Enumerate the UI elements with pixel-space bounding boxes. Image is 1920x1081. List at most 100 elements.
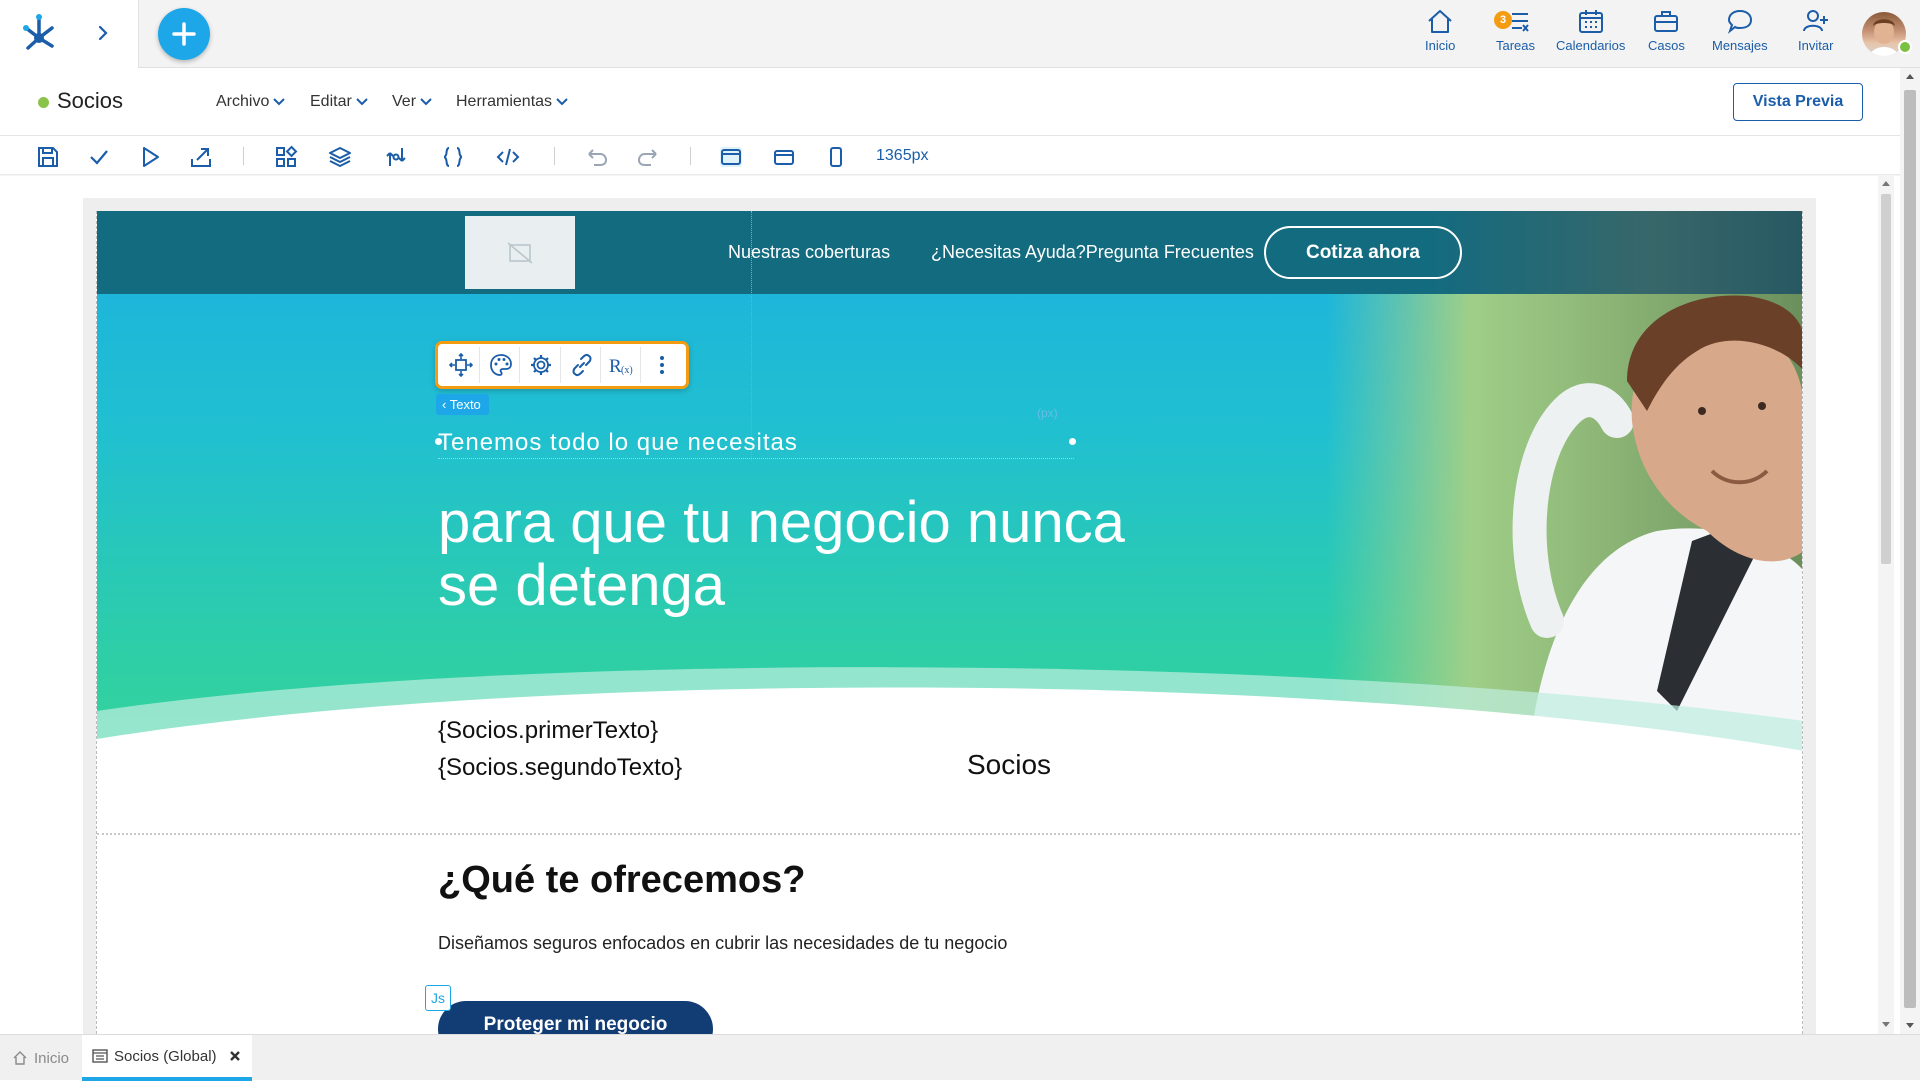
calendar-icon — [1578, 10, 1603, 33]
nav-invitar-label: Invitar — [1798, 38, 1834, 53]
move-button[interactable] — [443, 347, 481, 383]
desktop-view-icon[interactable] — [719, 145, 743, 169]
save-icon[interactable] — [36, 145, 60, 169]
page-title: Socios — [57, 88, 124, 113]
canvas-scrollbar[interactable] — [1878, 176, 1894, 1034]
hero-wave — [97, 667, 1802, 771]
resize-handle[interactable] — [1069, 438, 1076, 445]
hero-title[interactable]: para que tu negocio nunca se detenga — [438, 491, 1138, 617]
add-button[interactable] — [158, 8, 210, 60]
menu-herramientas-label: Herramientas — [456, 93, 553, 110]
unit-label: (px) — [1037, 406, 1058, 420]
offer-title[interactable]: ¿Qué te ofrecemos? — [438, 859, 805, 902]
publish-icon[interactable] — [189, 145, 213, 169]
nav-mensajes[interactable]: Mensajes — [1712, 8, 1768, 53]
menu-ver[interactable]: Ver — [392, 93, 432, 111]
nav-casos[interactable]: Casos — [1648, 8, 1685, 53]
link-icon — [572, 353, 592, 377]
js-badge[interactable]: Js — [425, 985, 451, 1011]
quote-button[interactable]: Cotiza ahora — [1264, 226, 1462, 279]
page-icon — [92, 1049, 108, 1063]
redo-icon[interactable] — [636, 145, 660, 169]
nav-invitar[interactable]: Invitar — [1798, 8, 1833, 53]
home-icon — [13, 1051, 27, 1065]
tab-socios-label: Socios (Global) — [114, 1047, 217, 1065]
nav-tareas-label: Tareas — [1496, 38, 1536, 53]
hero-section[interactable]: Nuestras coberturas ¿Necesitas Ayuda?Pre… — [97, 211, 1802, 771]
expression-icon: R (x) — [609, 356, 633, 377]
components-icon[interactable] — [274, 145, 298, 169]
section-divider — [97, 833, 1802, 835]
scroll-down-icon[interactable] — [1878, 1018, 1894, 1032]
more-options-button[interactable] — [644, 347, 681, 383]
menu-archivo[interactable]: Archivo — [216, 93, 286, 111]
nav-calendarios[interactable]: Calendarios — [1556, 8, 1625, 53]
link-button[interactable] — [564, 347, 601, 383]
canvas-scroll-thumb[interactable] — [1881, 194, 1891, 564]
page-canvas[interactable]: Nuestras coberturas ¿Necesitas Ayuda?Pre… — [96, 211, 1803, 1034]
expression-button[interactable]: R (x) — [604, 347, 641, 383]
width-readout: 1365px — [876, 147, 929, 164]
undo-icon[interactable] — [585, 145, 609, 169]
site-nav-coverage[interactable]: Nuestras coberturas — [728, 242, 890, 263]
invite-user-icon — [1802, 10, 1828, 32]
toolbar-divider — [243, 147, 244, 165]
menu-archivo-label: Archivo — [216, 93, 270, 110]
first-text-variable[interactable]: {Socios.primerTexto} — [438, 717, 658, 745]
tab-inicio[interactable]: Inicio — [12, 1035, 69, 1081]
tablet-view-icon[interactable] — [772, 145, 796, 169]
status-dot — [38, 97, 49, 108]
nav-inicio-label: Inicio — [1425, 38, 1456, 53]
site-nav-help[interactable]: ¿Necesitas Ayuda?Pregunta Frecuentes — [931, 242, 1254, 263]
preview-button[interactable]: Vista Previa — [1733, 83, 1863, 121]
window-scrollbar[interactable] — [1900, 68, 1920, 1034]
protect-business-button[interactable]: Proteger mi negocio — [438, 1001, 713, 1034]
menu-editar-label: Editar — [310, 93, 352, 110]
flow-icon[interactable] — [384, 145, 408, 169]
scroll-up-icon[interactable] — [1900, 68, 1920, 84]
element-toolbar: R (x) — [435, 341, 689, 389]
chat-icon — [1727, 9, 1752, 34]
site-logo-placeholder[interactable] — [465, 216, 575, 289]
hero-subtitle[interactable]: Tenemos todo lo que necesitas — [438, 429, 798, 457]
app-logo-icon[interactable] — [18, 12, 60, 52]
play-icon[interactable] — [138, 145, 162, 169]
scroll-down-icon[interactable] — [1900, 1018, 1920, 1034]
element-type-tag[interactable]: ‹ Texto — [436, 394, 489, 415]
nav-casos-label: Casos — [1648, 38, 1685, 53]
online-status-dot — [1898, 40, 1912, 54]
tab-socios-global[interactable]: Socios (Global) — [82, 1035, 252, 1081]
nav-inicio[interactable]: Inicio — [1425, 8, 1455, 53]
menu-herramientas[interactable]: Herramientas — [456, 93, 568, 111]
header-fade — [1427, 211, 1802, 294]
settings-button[interactable] — [523, 347, 561, 383]
image-placeholder-icon — [507, 241, 533, 264]
move-icon — [449, 353, 474, 377]
nav-calendarios-label: Calendarios — [1556, 38, 1626, 53]
code-icon[interactable] — [496, 145, 520, 169]
layers-icon[interactable] — [328, 145, 352, 169]
design-workspace: Nuestras coberturas ¿Necesitas Ayuda?Pre… — [0, 176, 1920, 1038]
offer-description[interactable]: Diseñamos seguros enfocados en cubrir la… — [438, 933, 1007, 954]
chevron-down-icon — [356, 98, 368, 106]
second-text-variable[interactable]: {Socios.segundoTexto} — [438, 754, 682, 782]
window-scroll-thumb[interactable] — [1904, 90, 1916, 1008]
braces-icon[interactable] — [441, 145, 465, 169]
palette-icon — [490, 354, 513, 376]
socios-label[interactable]: Socios — [967, 749, 1051, 781]
mobile-view-icon[interactable] — [824, 145, 848, 169]
plus-icon — [172, 22, 196, 46]
chevron-down-icon — [556, 98, 568, 106]
tab-inicio-label: Inicio — [34, 1049, 70, 1067]
scroll-up-icon[interactable] — [1878, 176, 1894, 190]
style-button[interactable] — [483, 347, 521, 383]
briefcase-icon — [1654, 11, 1679, 32]
home-icon — [1428, 10, 1452, 33]
check-icon[interactable] — [87, 145, 111, 169]
menu-editar[interactable]: Editar — [310, 93, 368, 111]
toolbar-divider — [554, 147, 555, 165]
svg-text:(x): (x) — [621, 365, 633, 376]
chevron-right-icon[interactable] — [96, 24, 110, 42]
element-type-label: Texto — [449, 397, 481, 412]
close-icon[interactable] — [229, 1050, 241, 1062]
